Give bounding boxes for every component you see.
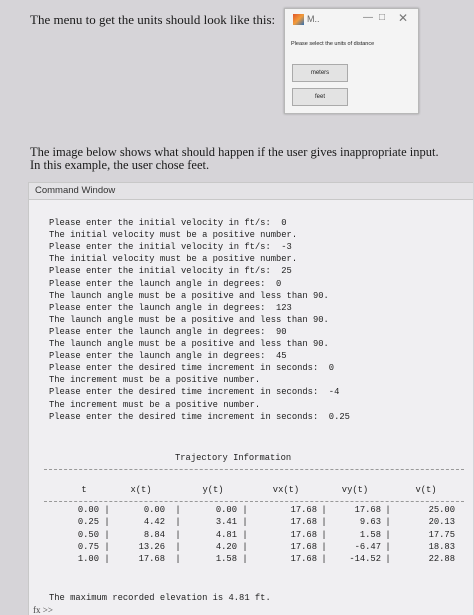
table-cell: 17.68	[290, 554, 317, 565]
table-cell: -14.52	[349, 554, 381, 565]
table-divider	[44, 469, 464, 470]
table-cell: 1.00	[77, 554, 99, 565]
output-line: The initial velocity must be a positive …	[49, 254, 298, 265]
table-cell: 13.26	[138, 541, 165, 552]
column-separator: |	[104, 529, 110, 540]
menu-titlebar: M.. — □ ✕	[285, 9, 418, 31]
column-separator: |	[385, 554, 391, 565]
column-separator: |	[175, 529, 181, 540]
column-separator: |	[175, 505, 181, 515]
command-window-header: Command Window	[29, 183, 473, 200]
column-separator: |	[104, 517, 110, 528]
column-separator: |	[321, 517, 327, 528]
table-cell: 0.50	[77, 529, 99, 540]
trajectory-title: Trajectory Information	[175, 453, 292, 463]
menu-prompt: Please select the units of distance	[291, 41, 375, 47]
column-header: x(t)	[130, 485, 152, 495]
table-cell: 0.00	[143, 505, 165, 515]
table-cell: 3.41	[215, 517, 237, 528]
output-line: The launch angle must be a positive and …	[49, 290, 329, 301]
command-window[interactable]: Command Window Please enter the initial …	[28, 182, 473, 615]
column-separator: |	[242, 554, 248, 565]
output-line: Please enter the desired time increment …	[49, 363, 335, 374]
column-header: v(t)	[415, 485, 437, 495]
column-separator: |	[385, 517, 391, 528]
output-line: Please enter the launch angle in degrees…	[49, 326, 287, 337]
output-line: Please enter the desired time increment …	[49, 387, 340, 398]
table-cell: 20.13	[428, 517, 455, 528]
column-separator: |	[175, 554, 181, 565]
output-line: Please enter the desired time increment …	[49, 411, 350, 422]
feet-button[interactable]: feet	[292, 88, 348, 106]
output-line: Please enter the initial velocity in ft/…	[49, 218, 287, 229]
max-elevation-text: The maximum recorded elevation is 4.81 f…	[49, 593, 271, 603]
intro-text: The menu to get the units should look li…	[30, 12, 276, 27]
column-header: t	[81, 485, 87, 495]
table-cell: 17.68	[354, 505, 381, 515]
column-separator: |	[242, 529, 248, 540]
column-separator: |	[385, 541, 391, 552]
table-cell: 0.00	[77, 505, 99, 515]
column-separator: |	[242, 541, 248, 552]
output-line: Please enter the initial velocity in ft/…	[49, 266, 292, 277]
table-cell: 17.68	[138, 554, 165, 565]
minimize-icon[interactable]: —	[363, 12, 373, 23]
output-line: Please enter the initial velocity in ft/…	[49, 242, 292, 253]
table-cell: 1.58	[359, 529, 381, 540]
column-separator: |	[385, 505, 391, 515]
column-header: vy(t)	[341, 485, 369, 495]
output-line: The increment must be a positive number.	[49, 399, 261, 410]
table-cell: 22.88	[428, 554, 455, 565]
units-menu-window: M.. — □ ✕ Please select the units of dis…	[284, 8, 419, 114]
instruction-paragraph: The image below shows what should happen…	[30, 145, 439, 172]
table-cell: 17.75	[428, 529, 455, 540]
table-cell: 0.75	[77, 541, 99, 552]
table-cell: 4.20	[215, 541, 237, 552]
column-separator: |	[175, 517, 181, 528]
column-separator: |	[175, 541, 181, 552]
table-cell: 8.84	[143, 529, 165, 540]
command-output: Please enter the initial velocity in ft/…	[49, 205, 350, 423]
column-separator: |	[321, 505, 327, 515]
table-cell: 0.00	[215, 505, 237, 515]
output-line: Please enter the launch angle in degrees…	[49, 278, 282, 289]
matlab-logo-icon	[293, 14, 304, 25]
table-cell: 0.25	[77, 517, 99, 528]
table-cell: 17.68	[290, 541, 317, 552]
output-line: Please enter the launch angle in degrees…	[49, 351, 287, 362]
meters-button[interactable]: meters	[292, 64, 348, 82]
table-divider	[44, 501, 464, 502]
column-separator: |	[104, 554, 110, 565]
column-separator: |	[104, 541, 110, 552]
table-cell: -6.47	[354, 541, 381, 552]
column-separator: |	[321, 554, 327, 565]
close-icon[interactable]: ✕	[398, 11, 408, 25]
output-line: The launch angle must be a positive and …	[49, 339, 329, 350]
maximize-icon[interactable]: □	[379, 12, 385, 23]
menu-title: M..	[307, 14, 320, 24]
column-separator: |	[242, 505, 248, 515]
table-cell: 9.63	[359, 517, 381, 528]
output-line: The launch angle must be a positive and …	[49, 314, 329, 325]
column-header: vx(t)	[272, 485, 300, 495]
output-line: Please enter the launch angle in degrees…	[49, 302, 292, 313]
table-cell: 17.68	[290, 505, 317, 515]
column-separator: |	[321, 541, 327, 552]
table-cell: 17.68	[290, 529, 317, 540]
output-line: The initial velocity must be a positive …	[49, 230, 298, 241]
table-cell: 4.81	[215, 529, 237, 540]
column-separator: |	[321, 529, 327, 540]
output-line: The increment must be a positive number.	[49, 375, 261, 386]
column-separator: |	[242, 517, 248, 528]
table-cell: 18.83	[428, 541, 455, 552]
column-header: y(t)	[202, 485, 224, 495]
table-cell: 1.58	[215, 554, 237, 565]
table-cell: 17.68	[290, 517, 317, 528]
table-cell: 4.42	[143, 517, 165, 528]
column-separator: |	[104, 505, 110, 515]
table-cell: 25.00	[428, 505, 455, 515]
column-separator: |	[385, 529, 391, 540]
